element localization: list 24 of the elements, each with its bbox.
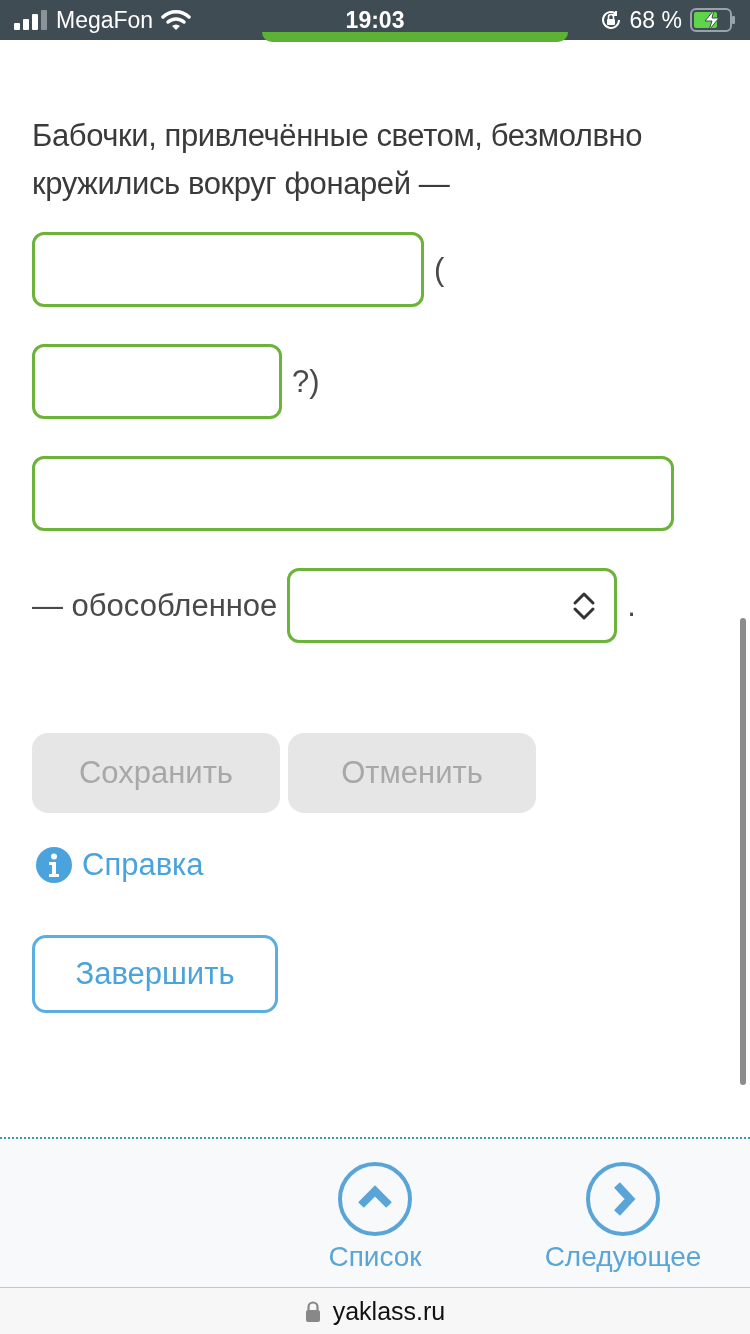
lock-icon xyxy=(304,1300,321,1322)
answer-field[interactable] xyxy=(32,232,424,307)
sentence-text: — обособленное xyxy=(32,587,278,624)
sentence-text: ( xyxy=(434,251,445,288)
url-text: yaklass.ru xyxy=(332,1296,446,1326)
nav-link[interactable]: Список xyxy=(328,1241,422,1273)
answer-field[interactable] xyxy=(32,456,674,531)
question-text: Бабочки, привлечённые светом, безмолвно кружились вокруг фонарей — xyxy=(32,117,644,203)
finish-button[interactable]: Завершить xyxy=(32,935,278,1013)
info-icon xyxy=(36,847,72,883)
signal-icon xyxy=(14,10,48,30)
chevron-icon xyxy=(572,590,597,621)
nav-link[interactable]: Следующее xyxy=(544,1241,702,1273)
clock-time: 19:03 xyxy=(345,6,405,34)
battery-charging-icon xyxy=(690,8,736,32)
rotation-lock-icon xyxy=(599,9,622,31)
sentence-text: ?) xyxy=(292,363,320,400)
battery-percent: 68 % xyxy=(629,6,682,34)
answer-dropdown[interactable] xyxy=(287,568,618,643)
sentence-text: . xyxy=(627,587,636,624)
carrier-name: MegaFon xyxy=(56,6,154,34)
wifi-icon xyxy=(161,9,192,31)
answer-field[interactable] xyxy=(32,344,282,419)
help-link[interactable]: Справка xyxy=(82,847,204,883)
